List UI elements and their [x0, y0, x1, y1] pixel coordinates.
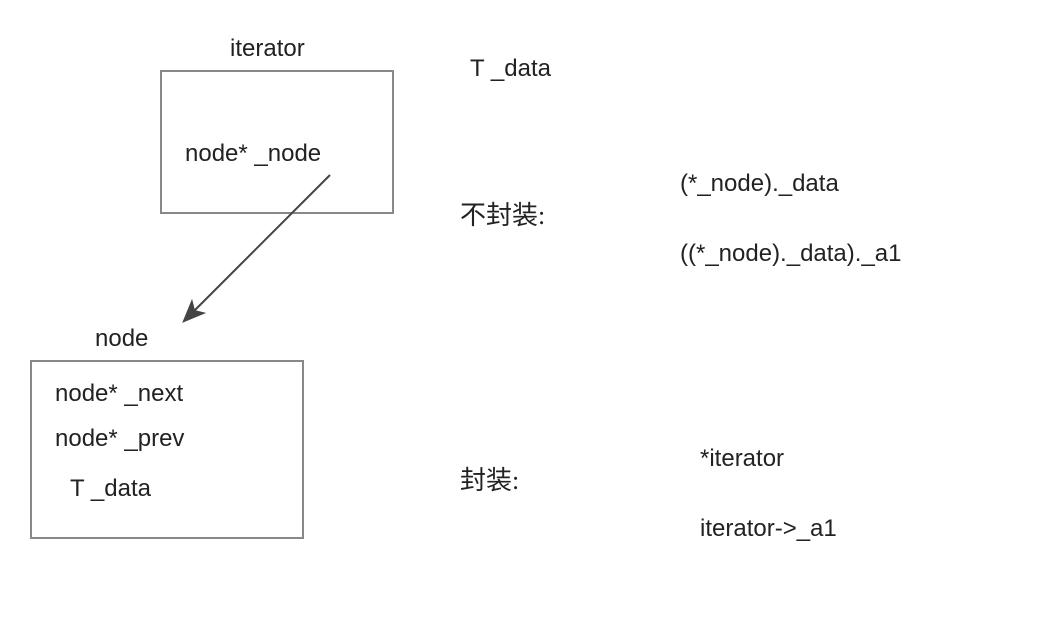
- wrap-expr1: *iterator: [700, 445, 784, 473]
- node-field-data: T _data: [70, 475, 151, 503]
- wrap-expr2: iterator->_a1: [700, 515, 837, 543]
- no-wrap-expr1: (*_node)._data: [680, 170, 839, 198]
- no-wrap-expr2: ((*_node)._data)._a1: [680, 240, 901, 268]
- iterator-field: node* _node: [185, 140, 321, 168]
- no-wrap-label: 不封装:: [460, 195, 545, 232]
- wrap-label: 封装:: [460, 460, 519, 497]
- node-field-prev: node* _prev: [55, 425, 184, 453]
- t-data-label: T _data: [470, 55, 551, 83]
- iterator-title: iterator: [230, 35, 305, 63]
- node-field-next: node* _next: [55, 380, 183, 408]
- node-title: node: [95, 325, 148, 353]
